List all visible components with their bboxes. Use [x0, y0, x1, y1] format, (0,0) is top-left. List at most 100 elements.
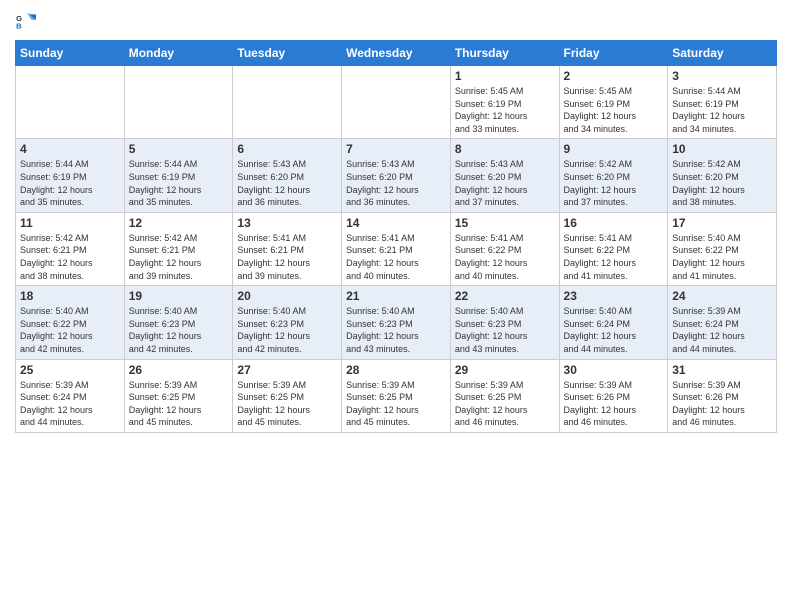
day-number: 8 [455, 142, 555, 156]
calendar-cell: 2 Sunrise: 5:45 AM Sunset: 6:19 PM Daylig… [559, 66, 668, 139]
calendar-cell: 3 Sunrise: 5:44 AM Sunset: 6:19 PM Daylig… [668, 66, 777, 139]
calendar-cell: 28 Sunrise: 5:39 AM Sunset: 6:25 PM Dayli… [342, 359, 451, 432]
calendar-cell: 21 Sunrise: 5:40 AM Sunset: 6:23 PM Dayli… [342, 286, 451, 359]
calendar-cell: 10 Sunrise: 5:42 AM Sunset: 6:20 PM Dayli… [668, 139, 777, 212]
day-number: 15 [455, 216, 555, 230]
day-info: Sunrise: 5:39 AM Sunset: 6:24 PM Dayligh… [672, 305, 772, 355]
calendar-cell: 12Sunrise: 5:42 AM Sunset: 6:21 PM Dayli… [124, 212, 233, 285]
calendar-cell: 11Sunrise: 5:42 AM Sunset: 6:21 PM Dayli… [16, 212, 125, 285]
day-info: Sunrise: 5:42 AM Sunset: 6:21 PM Dayligh… [20, 232, 120, 282]
calendar-cell: 26Sunrise: 5:39 AM Sunset: 6:25 PM Dayli… [124, 359, 233, 432]
day-number: 24 [672, 289, 772, 303]
page-header: G B [15, 10, 777, 32]
calendar-cell: 19Sunrise: 5:40 AM Sunset: 6:23 PM Dayli… [124, 286, 233, 359]
day-number: 13 [237, 216, 337, 230]
calendar-cell: 9 Sunrise: 5:42 AM Sunset: 6:20 PM Daylig… [559, 139, 668, 212]
day-number: 6 [237, 142, 337, 156]
day-info: Sunrise: 5:40 AM Sunset: 6:23 PM Dayligh… [346, 305, 446, 355]
logo-icon: G B [15, 10, 37, 32]
calendar-cell: 30Sunrise: 5:39 AM Sunset: 6:26 PM Dayli… [559, 359, 668, 432]
calendar-cell: 24 Sunrise: 5:39 AM Sunset: 6:24 PM Dayli… [668, 286, 777, 359]
column-header-sunday: Sunday [16, 41, 125, 66]
calendar-cell: 5Sunrise: 5:44 AM Sunset: 6:19 PM Daylig… [124, 139, 233, 212]
calendar-week-row: 25Sunrise: 5:39 AM Sunset: 6:24 PM Dayli… [16, 359, 777, 432]
day-info: Sunrise: 5:45 AM Sunset: 6:19 PM Dayligh… [564, 85, 664, 135]
calendar-cell: 7 Sunrise: 5:43 AM Sunset: 6:20 PM Daylig… [342, 139, 451, 212]
day-info: Sunrise: 5:45 AM Sunset: 6:19 PM Dayligh… [455, 85, 555, 135]
day-info: Sunrise: 5:39 AM Sunset: 6:25 PM Dayligh… [455, 379, 555, 429]
calendar-week-row: 11Sunrise: 5:42 AM Sunset: 6:21 PM Dayli… [16, 212, 777, 285]
day-info: Sunrise: 5:42 AM Sunset: 6:20 PM Dayligh… [564, 158, 664, 208]
day-number: 16 [564, 216, 664, 230]
day-info: Sunrise: 5:40 AM Sunset: 6:23 PM Dayligh… [237, 305, 337, 355]
calendar-cell: 15 Sunrise: 5:41 AM Sunset: 6:22 PM Dayli… [450, 212, 559, 285]
column-header-wednesday: Wednesday [342, 41, 451, 66]
day-number: 21 [346, 289, 446, 303]
day-number: 17 [672, 216, 772, 230]
day-info: Sunrise: 5:39 AM Sunset: 6:26 PM Dayligh… [672, 379, 772, 429]
logo: G B [15, 10, 41, 32]
day-number: 10 [672, 142, 772, 156]
day-info: Sunrise: 5:44 AM Sunset: 6:19 PM Dayligh… [672, 85, 772, 135]
day-number: 23 [564, 289, 664, 303]
calendar-week-row: 1Sunrise: 5:45 AM Sunset: 6:19 PM Daylig… [16, 66, 777, 139]
day-number: 27 [237, 363, 337, 377]
day-info: Sunrise: 5:44 AM Sunset: 6:19 PM Dayligh… [20, 158, 120, 208]
calendar-cell: 17 Sunrise: 5:40 AM Sunset: 6:22 PM Dayli… [668, 212, 777, 285]
calendar-cell: 22 Sunrise: 5:40 AM Sunset: 6:23 PM Dayli… [450, 286, 559, 359]
calendar-cell: 20 Sunrise: 5:40 AM Sunset: 6:23 PM Dayli… [233, 286, 342, 359]
day-info: Sunrise: 5:41 AM Sunset: 6:21 PM Dayligh… [346, 232, 446, 282]
day-number: 29 [455, 363, 555, 377]
calendar-cell: 14 Sunrise: 5:41 AM Sunset: 6:21 PM Dayli… [342, 212, 451, 285]
day-info: Sunrise: 5:39 AM Sunset: 6:24 PM Dayligh… [20, 379, 120, 429]
calendar-cell: 13 Sunrise: 5:41 AM Sunset: 6:21 PM Dayli… [233, 212, 342, 285]
calendar-cell [124, 66, 233, 139]
day-number: 20 [237, 289, 337, 303]
day-info: Sunrise: 5:40 AM Sunset: 6:23 PM Dayligh… [455, 305, 555, 355]
calendar-cell: 6Sunrise: 5:43 AM Sunset: 6:20 PM Daylig… [233, 139, 342, 212]
day-number: 28 [346, 363, 446, 377]
day-info: Sunrise: 5:42 AM Sunset: 6:20 PM Dayligh… [672, 158, 772, 208]
calendar-cell: 29 Sunrise: 5:39 AM Sunset: 6:25 PM Dayli… [450, 359, 559, 432]
day-number: 9 [564, 142, 664, 156]
day-info: Sunrise: 5:42 AM Sunset: 6:21 PM Dayligh… [129, 232, 229, 282]
day-info: Sunrise: 5:43 AM Sunset: 6:20 PM Dayligh… [346, 158, 446, 208]
calendar-week-row: 4 Sunrise: 5:44 AM Sunset: 6:19 PM Daylig… [16, 139, 777, 212]
column-header-saturday: Saturday [668, 41, 777, 66]
calendar-cell: 18 Sunrise: 5:40 AM Sunset: 6:22 PM Dayli… [16, 286, 125, 359]
day-number: 18 [20, 289, 120, 303]
calendar-cell [233, 66, 342, 139]
calendar-cell: 1Sunrise: 5:45 AM Sunset: 6:19 PM Daylig… [450, 66, 559, 139]
day-info: Sunrise: 5:43 AM Sunset: 6:20 PM Dayligh… [455, 158, 555, 208]
day-info: Sunrise: 5:40 AM Sunset: 6:23 PM Dayligh… [129, 305, 229, 355]
column-header-friday: Friday [559, 41, 668, 66]
calendar-cell: 27 Sunrise: 5:39 AM Sunset: 6:25 PM Dayli… [233, 359, 342, 432]
day-info: Sunrise: 5:41 AM Sunset: 6:22 PM Dayligh… [455, 232, 555, 282]
calendar-cell: 8 Sunrise: 5:43 AM Sunset: 6:20 PM Daylig… [450, 139, 559, 212]
calendar-cell: 23 Sunrise: 5:40 AM Sunset: 6:24 PM Dayli… [559, 286, 668, 359]
day-number: 14 [346, 216, 446, 230]
day-info: Sunrise: 5:40 AM Sunset: 6:22 PM Dayligh… [672, 232, 772, 282]
day-info: Sunrise: 5:40 AM Sunset: 6:22 PM Dayligh… [20, 305, 120, 355]
day-number: 4 [20, 142, 120, 156]
day-info: Sunrise: 5:41 AM Sunset: 6:22 PM Dayligh… [564, 232, 664, 282]
calendar-cell [16, 66, 125, 139]
column-header-tuesday: Tuesday [233, 41, 342, 66]
calendar-cell: 25Sunrise: 5:39 AM Sunset: 6:24 PM Dayli… [16, 359, 125, 432]
day-info: Sunrise: 5:39 AM Sunset: 6:25 PM Dayligh… [346, 379, 446, 429]
day-number: 2 [564, 69, 664, 83]
day-info: Sunrise: 5:40 AM Sunset: 6:24 PM Dayligh… [564, 305, 664, 355]
calendar-cell: 4 Sunrise: 5:44 AM Sunset: 6:19 PM Daylig… [16, 139, 125, 212]
calendar-table: SundayMondayTuesdayWednesdayThursdayFrid… [15, 40, 777, 433]
day-number: 31 [672, 363, 772, 377]
day-info: Sunrise: 5:39 AM Sunset: 6:25 PM Dayligh… [237, 379, 337, 429]
calendar-cell: 31 Sunrise: 5:39 AM Sunset: 6:26 PM Dayli… [668, 359, 777, 432]
day-number: 22 [455, 289, 555, 303]
day-number: 7 [346, 142, 446, 156]
calendar-week-row: 18 Sunrise: 5:40 AM Sunset: 6:22 PM Dayli… [16, 286, 777, 359]
day-info: Sunrise: 5:41 AM Sunset: 6:21 PM Dayligh… [237, 232, 337, 282]
column-header-monday: Monday [124, 41, 233, 66]
calendar-cell [342, 66, 451, 139]
day-number: 3 [672, 69, 772, 83]
day-number: 5 [129, 142, 229, 156]
